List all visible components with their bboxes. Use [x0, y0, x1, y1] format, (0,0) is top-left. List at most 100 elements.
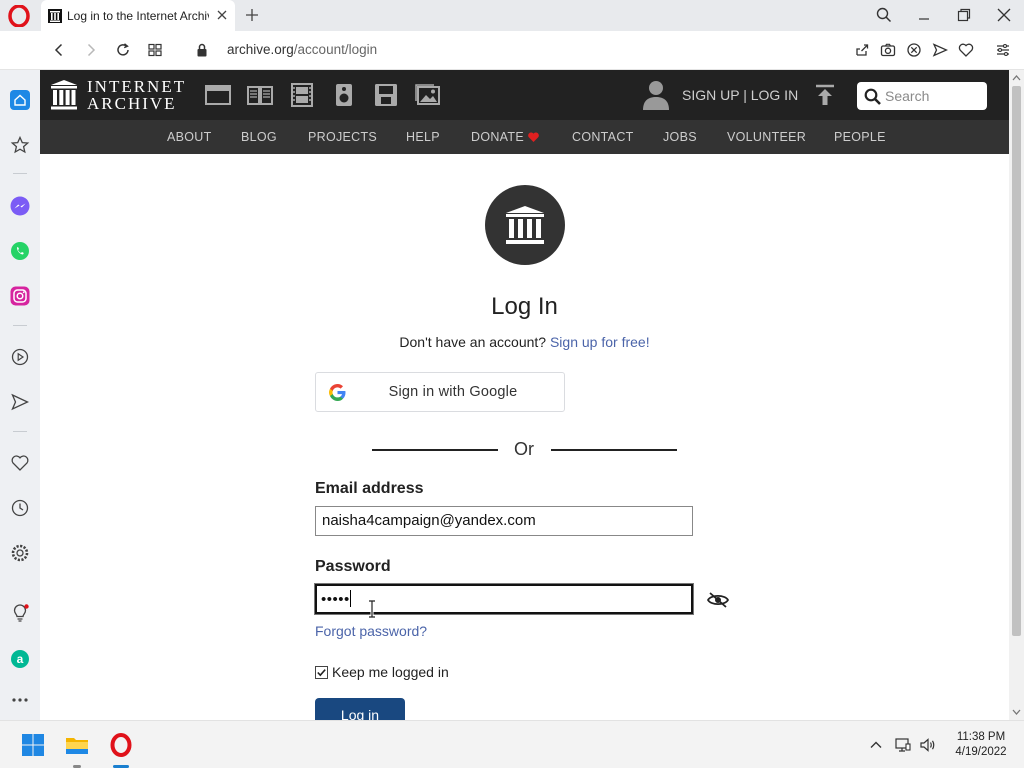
scroll-down-icon[interactable] — [1012, 708, 1021, 716]
user-avatar-icon[interactable] — [641, 79, 671, 111]
close-window-icon[interactable] — [996, 7, 1012, 23]
text-cursor-icon — [369, 600, 375, 618]
google-signin-button[interactable]: Sign in with Google — [315, 372, 565, 412]
video-icon[interactable] — [289, 83, 315, 107]
email-value: naisha4campaign@yandex.com — [322, 512, 536, 529]
aria-icon[interactable]: a — [10, 649, 30, 669]
new-tab-icon[interactable] — [244, 7, 260, 23]
heart-icon[interactable] — [10, 453, 30, 473]
taskbar-clock[interactable]: 11:38 PM 4/19/2022 — [948, 730, 1014, 760]
search-icon — [864, 88, 881, 105]
images-icon[interactable] — [415, 83, 441, 107]
close-tab-icon[interactable] — [215, 8, 229, 22]
file-explorer-icon[interactable] — [65, 733, 89, 757]
ia-wordmark[interactable]: INTERNET ARCHIVE — [87, 78, 186, 112]
nav-people[interactable]: PEOPLE — [834, 130, 886, 144]
texts-icon[interactable] — [247, 83, 273, 107]
adblock-icon[interactable] — [906, 42, 922, 58]
search-placeholder: Search — [885, 88, 930, 104]
nav-donate[interactable]: DONATE — [471, 130, 539, 144]
sidebar-separator — [13, 431, 27, 432]
opera-menu-icon[interactable] — [8, 5, 30, 27]
divider-left — [372, 449, 498, 451]
signup-login-link[interactable]: SIGN UP | LOG IN — [682, 87, 798, 103]
nav-jobs[interactable]: JOBS — [663, 130, 697, 144]
instagram-icon[interactable] — [10, 286, 30, 306]
network-icon[interactable] — [895, 737, 911, 753]
audio-icon[interactable] — [331, 83, 357, 107]
show-password-icon[interactable] — [707, 591, 729, 609]
bulb-icon[interactable] — [10, 603, 30, 623]
bookmark-heart-icon[interactable] — [958, 42, 974, 58]
google-signin-label: Sign in with Google — [388, 384, 518, 400]
tab-title: Log in to the Internet Archive — [67, 8, 209, 23]
send-to-flow-icon[interactable] — [932, 42, 948, 58]
page-title: Log In — [491, 293, 558, 320]
password-label: Password — [315, 558, 391, 575]
home-icon[interactable] — [10, 90, 30, 110]
nav-help[interactable]: HELP — [406, 130, 440, 144]
nav-volunteer[interactable]: VOLUNTEER — [727, 130, 806, 144]
software-icon[interactable] — [373, 83, 399, 107]
internet-archive-logo-icon[interactable] — [50, 79, 78, 111]
password-value: ••••• — [321, 591, 350, 608]
ia-search-box[interactable]: Search — [857, 82, 987, 110]
no-account-label: Don't have an account? — [399, 334, 547, 350]
nav-blog[interactable]: BLOG — [241, 130, 277, 144]
sidebar-separator — [13, 325, 27, 326]
scrollbar-thumb[interactable] — [1012, 86, 1021, 636]
minimize-icon[interactable] — [916, 7, 932, 23]
more-icon[interactable] — [10, 690, 30, 710]
lock-icon[interactable] — [194, 42, 210, 58]
restore-icon[interactable] — [956, 7, 972, 23]
nav-about[interactable]: ABOUT — [167, 130, 212, 144]
history-icon[interactable] — [10, 498, 30, 518]
search-tabs-icon[interactable] — [876, 7, 892, 23]
tabs-grid-icon[interactable] — [147, 42, 163, 58]
back-icon[interactable] — [51, 42, 67, 58]
logo-line1: INTERNET — [87, 77, 187, 96]
web-icon[interactable] — [205, 83, 231, 107]
easy-setup-icon[interactable] — [995, 42, 1011, 58]
signup-suffix: ! — [645, 334, 650, 350]
keep-logged-in[interactable]: Keep me logged in — [315, 664, 449, 680]
snapshot-icon[interactable] — [880, 42, 896, 58]
opera-sidebar: a — [0, 70, 40, 720]
email-field[interactable]: naisha4campaign@yandex.com — [315, 506, 693, 536]
divider-right — [551, 449, 677, 451]
settings-icon[interactable] — [10, 543, 30, 563]
url-path: /account/login — [293, 42, 378, 57]
forward-icon[interactable] — [83, 42, 99, 58]
browser-tab-strip: Log in to the Internet Archive — [0, 0, 1024, 31]
messenger-icon[interactable] — [10, 196, 30, 216]
opera-taskbar-icon[interactable] — [109, 733, 133, 757]
whatsapp-icon[interactable] — [10, 241, 30, 261]
login-button[interactable]: Log in — [315, 698, 405, 720]
login-logo — [485, 185, 565, 265]
windows-start-icon[interactable] — [21, 733, 45, 757]
upload-icon[interactable] — [815, 84, 835, 106]
url-field[interactable]: archive.org/account/login — [227, 42, 377, 57]
scroll-up-icon[interactable] — [1012, 74, 1021, 82]
clock-date: 4/19/2022 — [955, 746, 1007, 758]
page-viewport: INTERNET ARCHIVE SIGN UP | LOG IN Search… — [40, 70, 1009, 720]
signup-free-link[interactable]: Sign up for free — [550, 334, 646, 350]
player-icon[interactable] — [10, 347, 30, 367]
email-label: Email address — [315, 480, 424, 497]
or-divider-text: Or — [514, 439, 534, 459]
reload-icon[interactable] — [115, 42, 131, 58]
chevron-up-icon[interactable] — [868, 737, 884, 753]
logo-line2: ARCHIVE — [87, 94, 177, 113]
forgot-password-link[interactable]: Forgot password? — [315, 623, 427, 639]
volume-icon[interactable] — [920, 737, 936, 753]
send-icon[interactable] — [10, 392, 30, 412]
share-icon[interactable] — [854, 42, 870, 58]
nav-projects[interactable]: PROJECTS — [308, 130, 377, 144]
page-scrollbar[interactable] — [1009, 70, 1024, 720]
bookmarks-icon[interactable] — [10, 135, 30, 155]
tab-active[interactable]: Log in to the Internet Archive — [41, 0, 235, 31]
keep-logged-in-checkbox[interactable] — [315, 665, 328, 679]
clock-time: 11:38 PM — [956, 731, 1006, 743]
nav-contact[interactable]: CONTACT — [572, 130, 634, 144]
address-bar: archive.org/account/login — [0, 31, 1024, 70]
